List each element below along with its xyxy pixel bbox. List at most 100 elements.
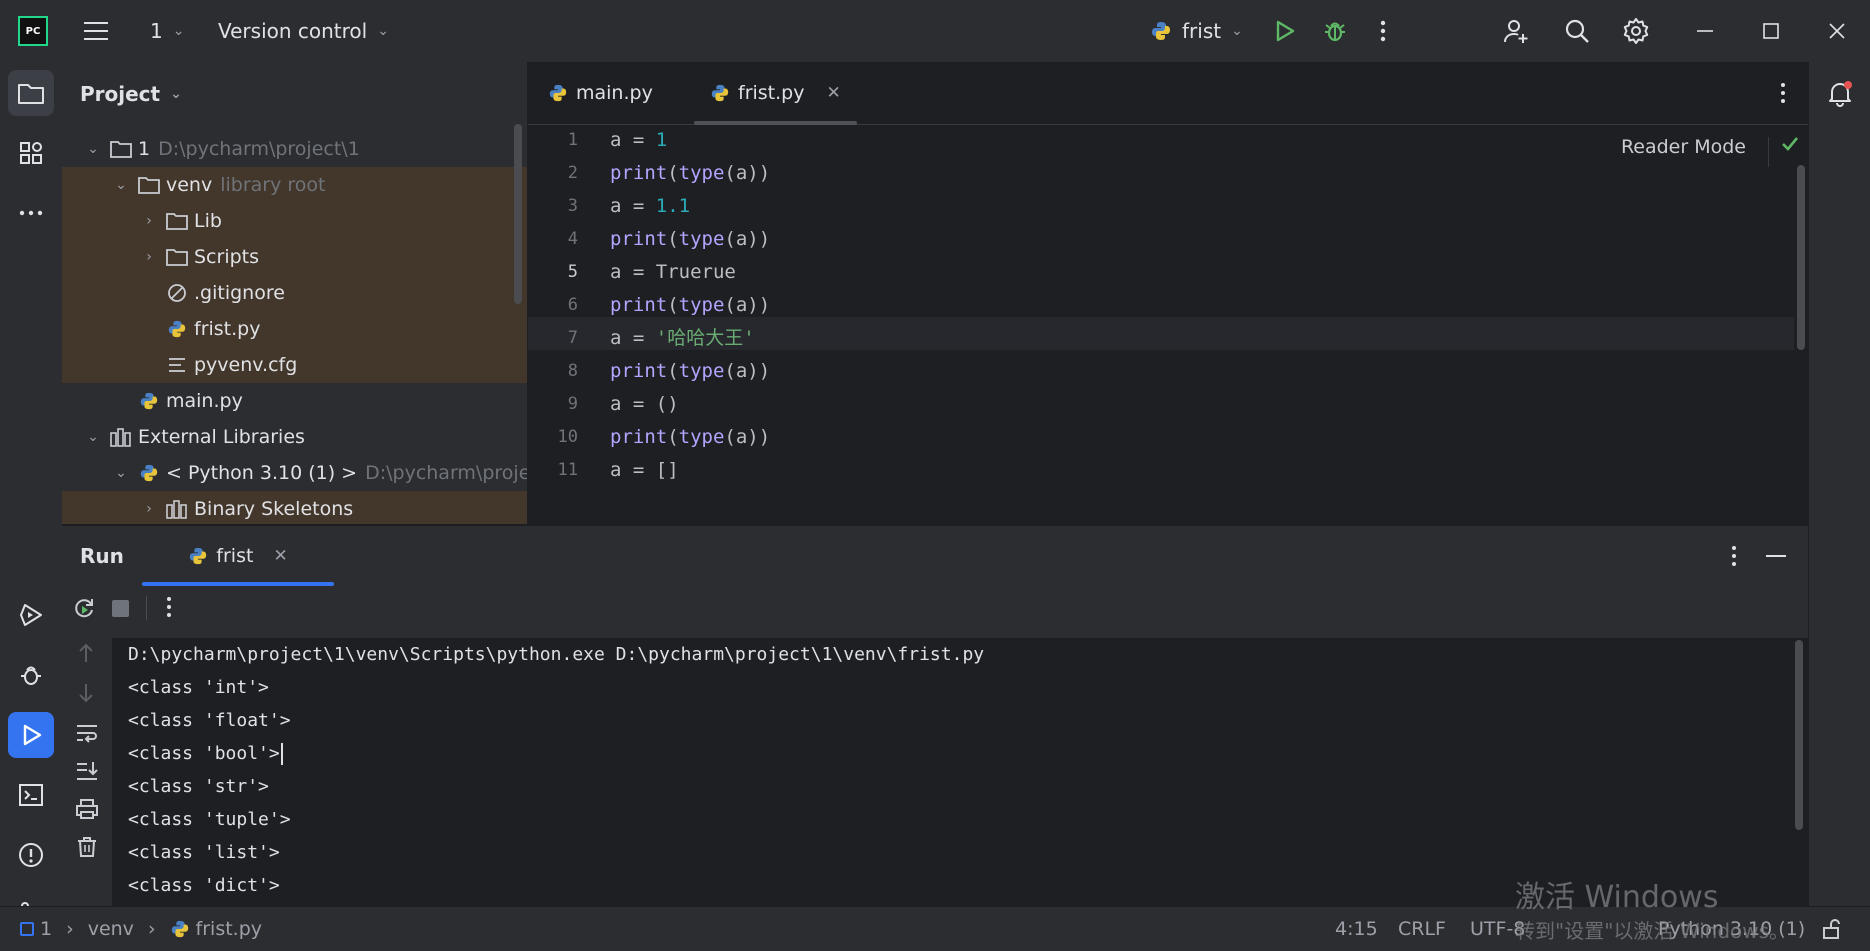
tree-item-gitignore[interactable]: .gitignore xyxy=(62,275,527,311)
editor: main.py frist.py ✕ 1 2 3 4 5 6 7 8 9 10 … xyxy=(528,62,1808,524)
run-tool-button[interactable] xyxy=(8,712,54,758)
debug-tool-button[interactable] xyxy=(8,652,54,698)
close-tab-icon[interactable]: ✕ xyxy=(273,546,287,566)
folder-icon xyxy=(138,174,160,196)
line-number: 4 xyxy=(567,229,578,249)
services-tool-button[interactable] xyxy=(8,592,54,638)
project-selector[interactable]: 1 ⌄ xyxy=(150,0,184,62)
breadcrumb-project[interactable]: 1 xyxy=(40,918,52,940)
project-panel-header[interactable]: Project ⌄ xyxy=(80,62,182,126)
tree-item-pyvenv-cfg[interactable]: pyvenv.cfg xyxy=(62,347,527,383)
line-separator[interactable]: CRLF xyxy=(1398,907,1446,951)
lock-icon[interactable] xyxy=(1822,907,1842,951)
rerun-icon[interactable] xyxy=(72,596,96,620)
main-menu-icon[interactable] xyxy=(82,0,110,62)
stop-icon[interactable] xyxy=(112,600,129,617)
minimize-window-icon[interactable] xyxy=(1696,0,1714,62)
line-number: 5 xyxy=(567,262,578,282)
terminal-tool-button[interactable] xyxy=(8,772,54,818)
search-icon[interactable] xyxy=(1563,0,1591,62)
scroll-down-arrow-icon[interactable] xyxy=(76,682,96,704)
run-button[interactable] xyxy=(1272,0,1296,62)
debug-button[interactable] xyxy=(1322,0,1348,62)
more-tools-icon[interactable] xyxy=(8,190,54,236)
tab-frist-py[interactable]: frist.py ✕ xyxy=(694,62,857,125)
structure-tool-button[interactable] xyxy=(8,130,54,176)
tree-item-label: Binary Skeletons xyxy=(194,498,354,520)
bug-icon xyxy=(1325,22,1345,42)
console-scrollbar[interactable] xyxy=(1795,640,1803,830)
tab-main-py[interactable]: main.py xyxy=(548,62,653,124)
tree-item-scripts[interactable]: › Scripts xyxy=(62,239,527,275)
console-side-toolbar xyxy=(62,630,110,907)
caret-position[interactable]: 4:15 xyxy=(1335,907,1378,951)
run-options-icon[interactable] xyxy=(1729,544,1739,568)
console-line: <class 'int'> xyxy=(128,677,269,698)
module-icon xyxy=(20,922,34,936)
config-file-icon xyxy=(166,354,188,376)
close-window-icon[interactable] xyxy=(1828,0,1846,62)
tree-item-label: External Libraries xyxy=(138,426,305,448)
console-output[interactable]: D:\pycharm\project\1\venv\Scripts\python… xyxy=(112,638,1808,907)
tree-item-frist-py[interactable]: frist.py xyxy=(62,311,527,347)
run-tab-frist[interactable]: frist ✕ xyxy=(142,526,334,586)
line-number: 8 xyxy=(567,361,578,381)
settings-gear-icon[interactable] xyxy=(1622,0,1650,62)
python-icon xyxy=(190,547,207,565)
hide-panel-icon[interactable] xyxy=(1766,554,1786,558)
editor-scrollbar[interactable] xyxy=(1797,165,1805,350)
no-problems-check-icon[interactable] xyxy=(1780,134,1800,154)
tree-item-path: D:\pycharm\project xyxy=(365,462,527,484)
chevron-down-icon: ⌄ xyxy=(115,465,127,481)
vcs-menu[interactable]: Version control ⌄ xyxy=(218,0,389,62)
scroll-up-arrow-icon[interactable] xyxy=(76,642,96,664)
line-number: 3 xyxy=(567,196,578,216)
library-icon xyxy=(110,426,132,448)
chevron-down-icon: ⌄ xyxy=(377,23,389,39)
run-config-selector[interactable]: frist ⌄ xyxy=(1150,0,1243,62)
line-number: 10 xyxy=(557,427,578,447)
app-logo[interactable]: PC xyxy=(18,0,48,62)
tree-item-venv[interactable]: ⌄ venv library root xyxy=(62,167,527,203)
tree-item-lib[interactable]: › Lib xyxy=(62,203,527,239)
line-number: 9 xyxy=(567,394,578,414)
tab-label: frist.py xyxy=(738,82,805,104)
bug-icon xyxy=(21,666,41,685)
tree-item-binary-skeletons[interactable]: › Binary Skeletons xyxy=(62,491,527,524)
chevron-down-icon: ⌄ xyxy=(87,429,99,445)
tree-item-label: Lib xyxy=(194,210,222,232)
line-number: 7 xyxy=(567,328,578,348)
clear-trash-icon[interactable] xyxy=(76,836,98,858)
breadcrumb-folder[interactable]: venv xyxy=(88,918,134,940)
editor-options-icon[interactable] xyxy=(1778,62,1788,124)
python-file-icon xyxy=(171,920,188,938)
more-actions-icon[interactable] xyxy=(1378,0,1388,62)
problems-tool-button[interactable] xyxy=(8,832,54,878)
print-icon[interactable] xyxy=(75,798,99,820)
terminal-icon xyxy=(19,784,43,806)
breadcrumb-file[interactable]: frist.py xyxy=(196,918,262,940)
code-line: print(type(a)) xyxy=(610,360,771,382)
breadcrumb: 1 › venv › frist.py xyxy=(20,907,262,951)
scroll-to-end-icon[interactable] xyxy=(75,760,99,782)
folder-icon xyxy=(166,246,188,268)
reader-mode-button[interactable]: Reader Mode xyxy=(1621,136,1746,158)
python-file-icon xyxy=(711,84,729,102)
console-line: <class 'tuple'> xyxy=(128,809,291,830)
tree-item-python-sdk[interactable]: ⌄ < Python 3.10 (1) > D:\pycharm\project xyxy=(62,455,527,491)
code-line: a = 1.1 xyxy=(610,195,691,217)
project-scrollbar[interactable] xyxy=(514,124,522,304)
activation-watermark-text: 转到"设置"以激活 Windows。 xyxy=(1515,919,1790,943)
line-number: 11 xyxy=(557,460,578,480)
tree-item-project-root[interactable]: ⌄ 1 D:\pycharm\project\1 xyxy=(62,131,527,167)
add-user-icon[interactable] xyxy=(1502,0,1530,62)
more-run-actions-icon[interactable] xyxy=(165,596,173,618)
soft-wrap-icon[interactable] xyxy=(75,722,99,744)
project-tool-button[interactable] xyxy=(8,70,54,116)
close-tab-icon[interactable]: ✕ xyxy=(826,83,840,103)
line-number: 2 xyxy=(567,163,578,183)
notifications-bell-icon[interactable] xyxy=(1817,70,1863,116)
tree-item-main-py[interactable]: main.py xyxy=(62,383,527,419)
maximize-window-icon[interactable] xyxy=(1762,0,1780,62)
tree-item-external-libraries[interactable]: ⌄ External Libraries xyxy=(62,419,527,455)
